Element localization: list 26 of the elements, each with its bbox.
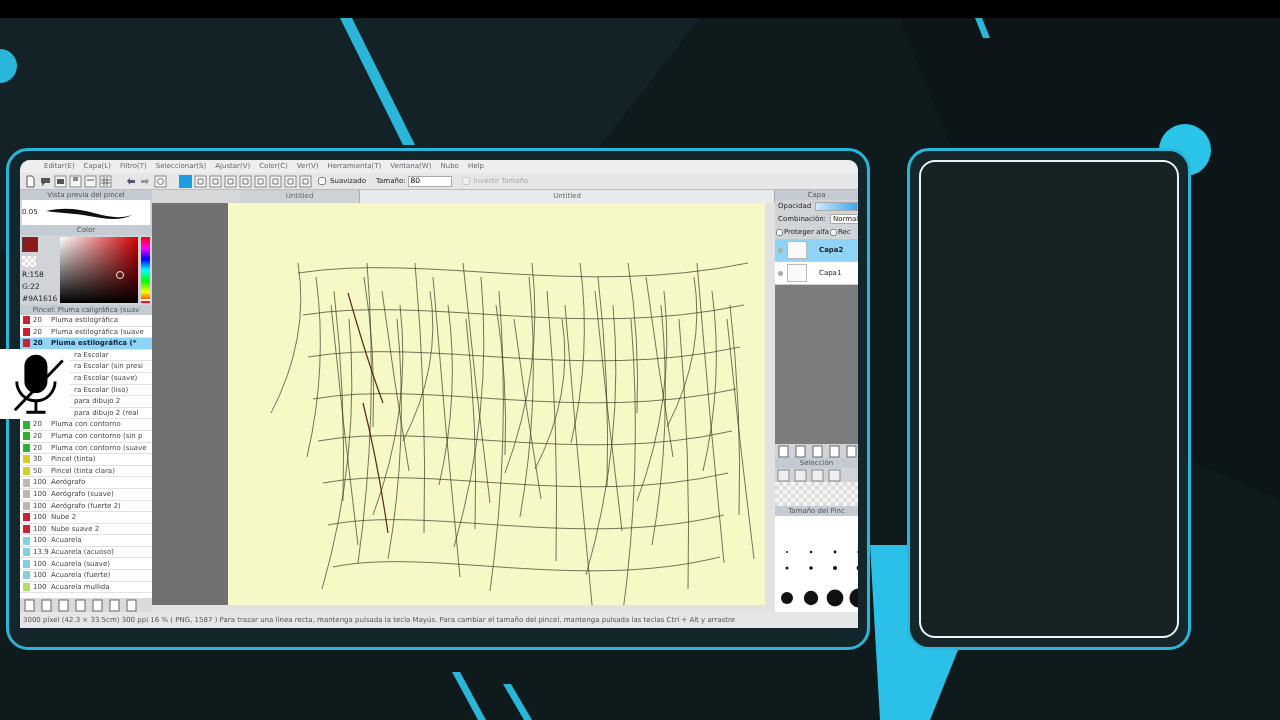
document-icon[interactable] [24,174,37,188]
document-icon[interactable] [794,444,807,458]
transparent-swatch[interactable] [22,255,36,267]
save-icon[interactable] [69,174,82,188]
color-swatch[interactable] [22,237,38,252]
document-icon[interactable] [777,444,790,458]
checkbox[interactable] [830,229,837,236]
stripe-shape [503,684,532,720]
color-square-icon[interactable] [179,174,192,188]
brush-size-grid[interactable] [775,516,858,612]
horizontal-scrollbar[interactable] [152,605,775,612]
stripe-shape [452,672,486,720]
visibility-icon[interactable] [778,270,783,276]
stripe-shape [975,18,990,38]
visibility-icon[interactable] [778,247,783,253]
document-icon[interactable] [74,598,87,612]
checkbox[interactable] [318,177,326,185]
document-icon[interactable] [811,444,824,458]
layer-thumbnail [787,264,807,282]
document-icon[interactable] [40,598,53,612]
opacity-slider[interactable] [815,201,858,211]
layer-thumbnail [787,241,807,259]
vertical-scrollbar[interactable] [765,203,775,605]
checkbox[interactable] [776,229,783,236]
window-icon[interactable] [54,174,67,188]
color-picker[interactable] [60,237,138,303]
